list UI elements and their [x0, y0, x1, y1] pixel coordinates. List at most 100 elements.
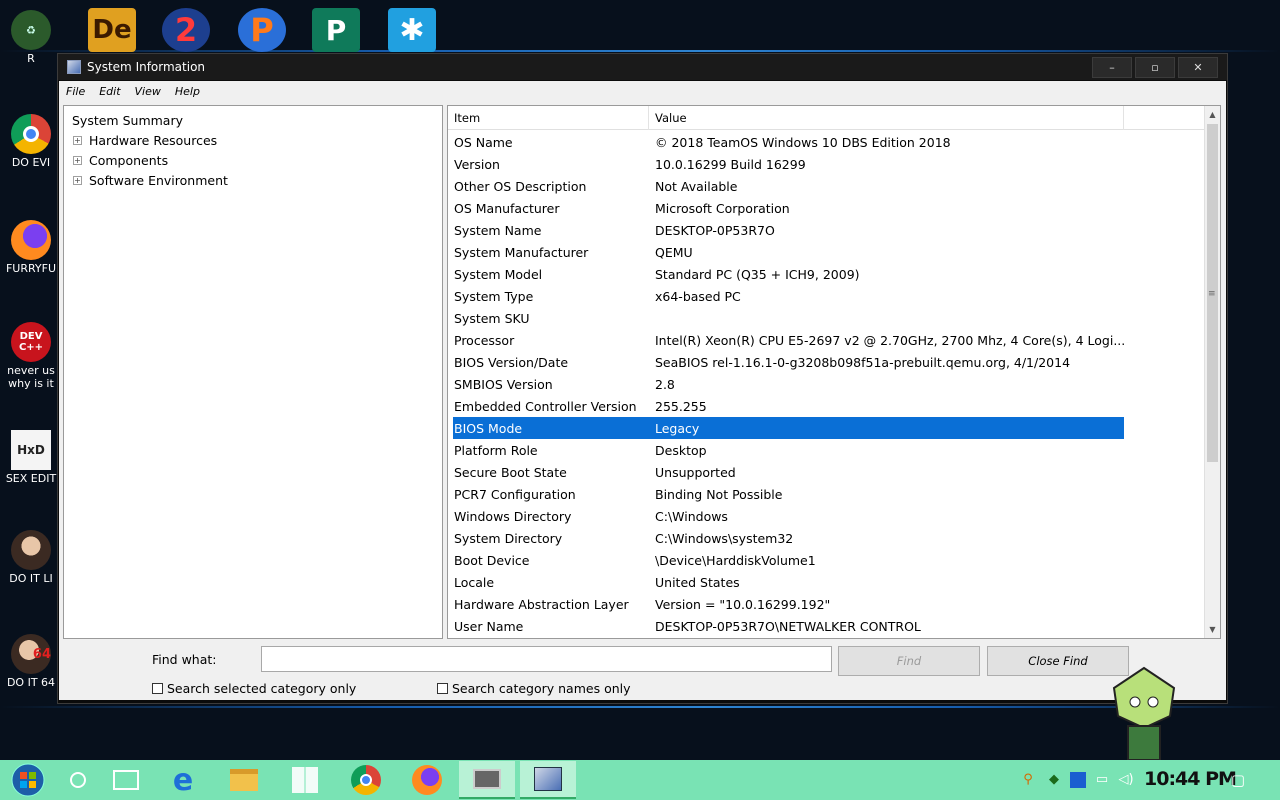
- chrome-icon: [11, 114, 51, 154]
- search-selected-category-checkbox[interactable]: [152, 683, 163, 694]
- minimize-button[interactable]: –: [1092, 57, 1132, 78]
- list-header: Item Value: [448, 106, 1205, 130]
- menu-file[interactable]: File: [59, 85, 92, 98]
- table-row[interactable]: Windows Directory C:\Windows: [448, 505, 1205, 527]
- table-row[interactable]: System Manufacturer QEMU: [448, 241, 1205, 263]
- table-row[interactable]: System Directory C:\Windows\system32: [448, 527, 1205, 549]
- scroll-up-icon[interactable]: ▲: [1205, 106, 1220, 123]
- table-row[interactable]: System Model Standard PC (Q35 + ICH9, 200…: [448, 263, 1205, 285]
- publisher-icon[interactable]: P: [312, 8, 360, 52]
- table-row[interactable]: Embedded Controller Version 255.255: [448, 395, 1205, 417]
- file-explorer-button[interactable]: [216, 761, 272, 799]
- search-category-names-option[interactable]: Search category names only: [437, 681, 631, 696]
- desktop-shortcut[interactable]: ♻ R: [4, 10, 58, 65]
- table-row[interactable]: Platform Role Desktop: [448, 439, 1205, 461]
- table-row[interactable]: Version 10.0.16299 Build 16299: [448, 153, 1205, 175]
- table-row[interactable]: Secure Boot State Unsupported: [448, 461, 1205, 483]
- desktop-shortcut[interactable]: DEV C++ never us why is it: [4, 322, 58, 390]
- network-status-icon[interactable]: ◆: [1046, 772, 1062, 788]
- app-window-icon: [473, 769, 501, 789]
- start-button[interactable]: [0, 761, 56, 799]
- taskbar-clock[interactable]: 10:44 PM: [1144, 768, 1237, 790]
- table-row[interactable]: PCR7 Configuration Binding Not Possible: [448, 483, 1205, 505]
- firefox-taskbar-button[interactable]: [399, 761, 455, 799]
- network-icon[interactable]: ▭: [1094, 772, 1110, 788]
- column-header-item[interactable]: Item: [448, 106, 649, 130]
- search-tray-icon[interactable]: ⚲: [1020, 772, 1036, 788]
- table-row[interactable]: OS Manufacturer Microsoft Corporation: [448, 197, 1205, 219]
- expand-icon[interactable]: +: [73, 155, 82, 165]
- desktop-shortcut[interactable]: 64 DO IT 64: [4, 634, 58, 689]
- search-selected-category-option[interactable]: Search selected category only: [152, 681, 356, 696]
- two-app-icon[interactable]: 2: [162, 8, 210, 52]
- row-item-cell: User Name: [454, 618, 524, 634]
- menu-help[interactable]: Help: [168, 85, 207, 98]
- vertical-scrollbar[interactable]: ▲ ≡ ▼: [1204, 106, 1220, 638]
- row-item-cell: OS Manufacturer: [454, 200, 560, 216]
- desktop-shortcut[interactable]: DO EVI: [4, 114, 58, 169]
- expand-icon[interactable]: +: [73, 135, 82, 145]
- table-row[interactable]: User Name DESKTOP-0P53R7O\NETWALKER CONTR…: [448, 615, 1205, 637]
- table-row[interactable]: Other OS Description Not Available: [448, 175, 1205, 197]
- table-row[interactable]: Locale United States: [448, 571, 1205, 593]
- row-item-cell: System SKU: [454, 310, 530, 326]
- table-row[interactable]: Hardware Abstraction Layer Version = "10.…: [448, 593, 1205, 615]
- devcpp-icon: DEV C++: [11, 322, 51, 362]
- row-item-cell: Hardware Abstraction Layer: [454, 596, 629, 612]
- antivirus-icon[interactable]: [1070, 772, 1086, 788]
- scroll-down-icon[interactable]: ▼: [1205, 621, 1220, 638]
- tree-item-label: Components: [89, 152, 169, 168]
- desktop-shortcut[interactable]: DO IT LI: [4, 530, 58, 585]
- expand-icon[interactable]: +: [73, 175, 82, 185]
- row-value-cell: Version = "10.0.16299.192": [655, 596, 831, 612]
- row-value-cell: United States: [655, 574, 740, 590]
- table-row[interactable]: BIOS Mode Legacy: [453, 417, 1124, 439]
- find-button[interactable]: Find: [838, 646, 980, 676]
- table-row[interactable]: System Type x64-based PC: [448, 285, 1205, 307]
- table-row[interactable]: SMBIOS Version 2.8: [448, 373, 1205, 395]
- volume-icon[interactable]: ◁): [1118, 772, 1134, 788]
- table-row[interactable]: Boot Device \Device\HarddiskVolume1: [448, 549, 1205, 571]
- menu-view[interactable]: View: [128, 85, 168, 98]
- tree-item-system-summary[interactable]: System Summary: [64, 110, 442, 130]
- menu-edit[interactable]: Edit: [92, 85, 127, 98]
- chrome-taskbar-button[interactable]: [338, 761, 394, 799]
- snowflake-icon[interactable]: ✱: [388, 8, 436, 52]
- task-view-icon: [113, 770, 139, 790]
- table-row[interactable]: System SKU: [448, 307, 1205, 329]
- system-information-taskbar-button[interactable]: [520, 761, 576, 799]
- close-button[interactable]: ✕: [1178, 57, 1218, 78]
- desktop-shortcut[interactable]: FURRYFU: [4, 220, 58, 275]
- de-app-icon[interactable]: De: [88, 8, 136, 52]
- find-input[interactable]: [261, 646, 832, 672]
- table-row[interactable]: OS Name © 2018 TeamOS Windows 10 DBS Edit…: [448, 131, 1205, 153]
- edge-button[interactable]: e: [155, 761, 211, 799]
- row-item-cell: Secure Boot State: [454, 464, 567, 480]
- maximize-button[interactable]: ▫: [1135, 57, 1175, 78]
- portrait-64-glyph: 64: [32, 646, 51, 662]
- title-bar[interactable]: System Information – ▫ ✕: [58, 54, 1227, 80]
- search-category-names-checkbox[interactable]: [437, 683, 448, 694]
- table-row[interactable]: System Name DESKTOP-0P53R7O: [448, 219, 1205, 241]
- row-item-cell: BIOS Mode: [454, 420, 523, 436]
- system-information-icon: [534, 767, 562, 791]
- task-view-button[interactable]: [98, 761, 154, 799]
- category-tree[interactable]: System Summary + Hardware Resources + Co…: [63, 105, 443, 639]
- scroll-grip-icon: ≡: [1208, 289, 1216, 299]
- app-window-button[interactable]: [459, 761, 515, 799]
- column-header-value[interactable]: Value: [649, 106, 1124, 130]
- p-app-icon[interactable]: P: [238, 8, 286, 52]
- system-information-app-icon: [67, 60, 81, 74]
- table-row[interactable]: Processor Intel(R) Xeon(R) CPU E5-2697 v2…: [448, 329, 1205, 351]
- desktop-shortcut[interactable]: HxD SEX EDIT: [4, 430, 58, 485]
- window-client-area: System Summary + Hardware Resources + Co…: [59, 101, 1226, 700]
- mascot-sticker: [1112, 666, 1176, 760]
- notifications-icon[interactable]: ▢: [1230, 772, 1246, 788]
- store-button[interactable]: [277, 761, 333, 799]
- tree-item-components[interactable]: + Components: [64, 150, 442, 170]
- table-row[interactable]: BIOS Version/Date SeaBIOS rel-1.16.1-0-g3…: [448, 351, 1205, 373]
- tree-item-software-environment[interactable]: + Software Environment: [64, 170, 442, 190]
- tree-item-hardware-resources[interactable]: + Hardware Resources: [64, 130, 442, 150]
- system-summary-list[interactable]: Item Value OS Name © 2018 TeamOS Windows …: [447, 105, 1221, 639]
- row-item-cell: System Manufacturer: [454, 244, 589, 260]
